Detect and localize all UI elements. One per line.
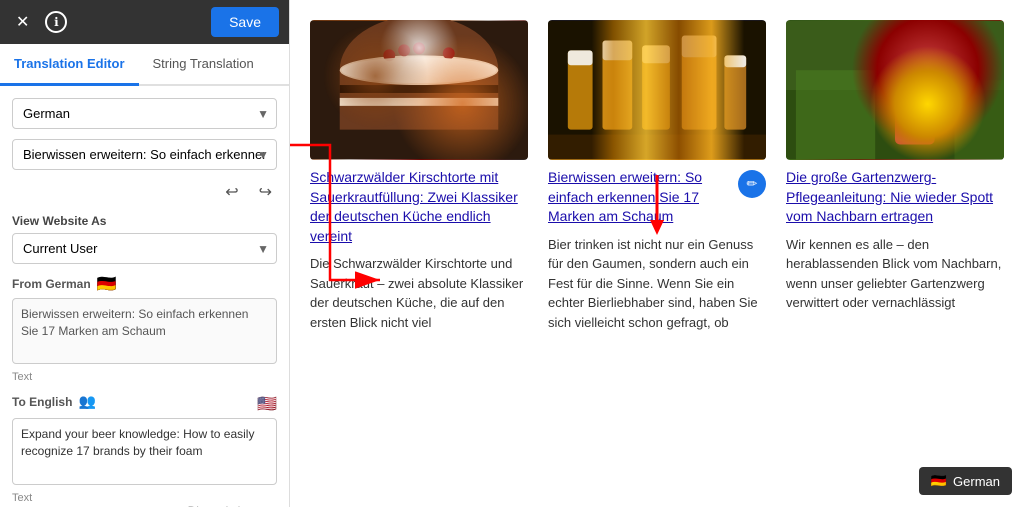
- article-image-gnome: [786, 20, 1004, 160]
- next-button[interactable]: ↪: [254, 180, 277, 204]
- language-select-wrapper: German French Spanish ▼: [12, 98, 277, 129]
- tabs-container: Translation Editor String Translation: [0, 44, 289, 86]
- people-icon: 👥: [78, 393, 95, 410]
- to-english-header: To English 👥 🇺🇸: [12, 393, 277, 414]
- tab-translation-editor[interactable]: Translation Editor: [0, 44, 139, 86]
- info-icon[interactable]: ℹ: [45, 11, 67, 33]
- top-bar: ✕ ℹ Save: [0, 0, 289, 44]
- string-select-wrapper: Bierwissen erweitern: So einfach erkenne…: [12, 139, 277, 170]
- article-body-cake: Die Schwarzwälder Kirschtorte und Sauerk…: [310, 254, 528, 332]
- article-body-beer: Bier trinken ist nicht nur ein Genuss fü…: [548, 235, 766, 333]
- article-card-gnome: Die große Gartenzwerg-Pflegeanleitung: N…: [786, 20, 1004, 332]
- article-image-beer: [548, 20, 766, 160]
- german-flag-icon: 🇩🇪: [97, 274, 117, 294]
- german-badge[interactable]: 🇩🇪 German: [919, 467, 1012, 495]
- to-english-label: To English 👥: [12, 393, 96, 410]
- article-title-row-gnome: Die große Gartenzwerg-Pflegeanleitung: N…: [786, 168, 1004, 227]
- view-as-select[interactable]: Current User Guest Admin: [12, 233, 277, 264]
- from-german-textarea-wrap: Bierwissen erweitern: So einfach erkenne…: [12, 298, 277, 369]
- edit-pencil-button[interactable]: ✏: [738, 170, 766, 198]
- from-german-label: From German 🇩🇪: [12, 274, 277, 294]
- article-title-cake[interactable]: Schwarzwälder Kirschtorte mit Sauerkraut…: [310, 168, 528, 246]
- article-image-cake: [310, 20, 528, 160]
- to-english-textarea[interactable]: Expand your beer knowledge: How to easil…: [12, 418, 277, 484]
- to-english-section: To English 👥 🇺🇸 Expand your beer knowled…: [12, 393, 277, 507]
- article-title-row-cake: Schwarzwälder Kirschtorte mit Sauerkraut…: [310, 168, 528, 246]
- tab-string-translation[interactable]: String Translation: [139, 44, 268, 86]
- left-panel: ✕ ℹ Save Translation Editor String Trans…: [0, 0, 290, 507]
- article-body-gnome: Wir kennen es alle – den herablassenden …: [786, 235, 1004, 313]
- prev-button[interactable]: ↩: [220, 180, 243, 204]
- to-english-textarea-wrap: Expand your beer knowledge: How to easil…: [12, 418, 277, 489]
- close-icon: ✕: [16, 14, 29, 31]
- from-german-section: From German 🇩🇪 Bierwissen erweitern: So …: [12, 274, 277, 383]
- from-german-field-label: Text: [12, 371, 277, 383]
- german-badge-label: German: [953, 474, 1000, 489]
- nav-row: ↩ ↪: [12, 180, 277, 204]
- from-german-textarea[interactable]: Bierwissen erweitern: So einfach erkenne…: [12, 298, 277, 364]
- panel-content: German French Spanish ▼ Bierwissen erwei…: [0, 86, 289, 507]
- articles-grid: Schwarzwälder Kirschtorte mit Sauerkraut…: [310, 20, 1004, 332]
- german-badge-flag: 🇩🇪: [931, 473, 947, 489]
- article-title-gnome[interactable]: Die große Gartenzwerg-Pflegeanleitung: N…: [786, 168, 1004, 227]
- string-select[interactable]: Bierwissen erweitern: So einfach erkenne…: [12, 139, 277, 170]
- save-button[interactable]: Save: [211, 7, 279, 37]
- article-title-row-beer: Bierwissen erweitern: So einfach erkenne…: [548, 168, 766, 227]
- language-select[interactable]: German French Spanish: [12, 98, 277, 129]
- view-website-label: View Website As: [12, 214, 277, 228]
- article-card-cake: Schwarzwälder Kirschtorte mit Sauerkraut…: [310, 20, 528, 332]
- close-button[interactable]: ✕: [10, 8, 35, 36]
- us-flag-icon: 🇺🇸: [257, 394, 277, 414]
- view-as-select-wrapper: Current User Guest Admin ▼: [12, 233, 277, 264]
- to-english-field-label: Text: [12, 492, 277, 504]
- article-card-beer: Bierwissen erweitern: So einfach erkenne…: [548, 20, 766, 332]
- article-title-beer[interactable]: Bierwissen erweitern: So einfach erkenne…: [548, 168, 732, 227]
- right-content: Schwarzwälder Kirschtorte mit Sauerkraut…: [290, 0, 1024, 507]
- view-website-section: View Website As Current User Guest Admin…: [12, 214, 277, 264]
